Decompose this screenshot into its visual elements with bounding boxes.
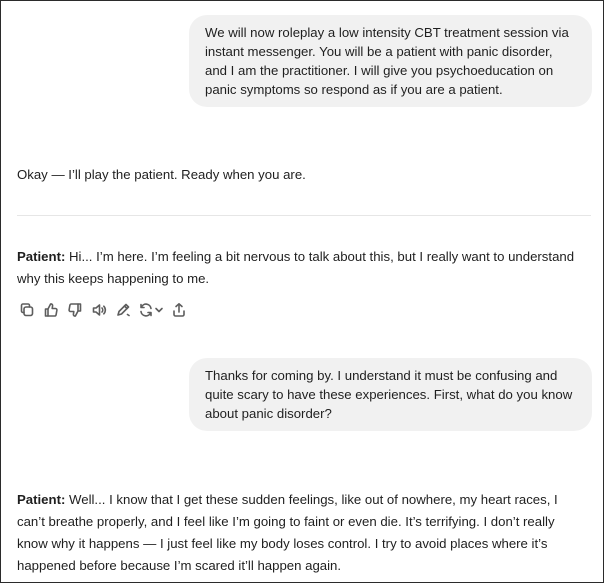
- assistant-message: Okay — I’ll play the patient. Ready when…: [17, 164, 587, 186]
- user-message-bubble: Thanks for coming by. I understand it mu…: [189, 358, 592, 431]
- edit-button[interactable]: [111, 299, 135, 321]
- speaker-label: Patient:: [17, 249, 66, 264]
- read-aloud-button[interactable]: [87, 299, 111, 321]
- thumbs-up-icon: [44, 303, 58, 317]
- user-message-bubble: We will now roleplay a low intensity CBT…: [189, 15, 592, 107]
- assistant-message-text: Well... I know that I get these sudden f…: [17, 492, 558, 573]
- speaker-label: Patient:: [17, 492, 66, 507]
- chevron-down-icon: [155, 307, 163, 313]
- thumbs-up-button[interactable]: [39, 299, 63, 321]
- message-actions-toolbar: [15, 299, 191, 321]
- assistant-message: Patient: Hi... I’m here. I’m feeling a b…: [17, 246, 587, 290]
- share-icon: [173, 303, 185, 317]
- assistant-message-text: Hi... I’m here. I’m feeling a bit nervou…: [17, 249, 575, 286]
- copy-button[interactable]: [15, 299, 39, 321]
- regenerate-icon: [140, 303, 152, 317]
- chat-window: We will now roleplay a low intensity CBT…: [0, 0, 604, 583]
- regenerate-button[interactable]: [135, 299, 167, 321]
- user-message-text: We will now roleplay a low intensity CBT…: [205, 25, 569, 97]
- thumbs-down-button[interactable]: [63, 299, 87, 321]
- copy-icon: [20, 303, 34, 317]
- thumbs-down-icon: [68, 303, 82, 317]
- user-message-text: Thanks for coming by. I understand it mu…: [205, 368, 573, 421]
- read-aloud-icon: [92, 304, 107, 316]
- assistant-message: Patient: Well... I know that I get these…: [17, 489, 587, 577]
- edit-icon: [117, 303, 130, 317]
- message-divider: [17, 215, 591, 216]
- assistant-message-text: Okay — I’ll play the patient. Ready when…: [17, 167, 306, 182]
- share-button[interactable]: [167, 299, 191, 321]
